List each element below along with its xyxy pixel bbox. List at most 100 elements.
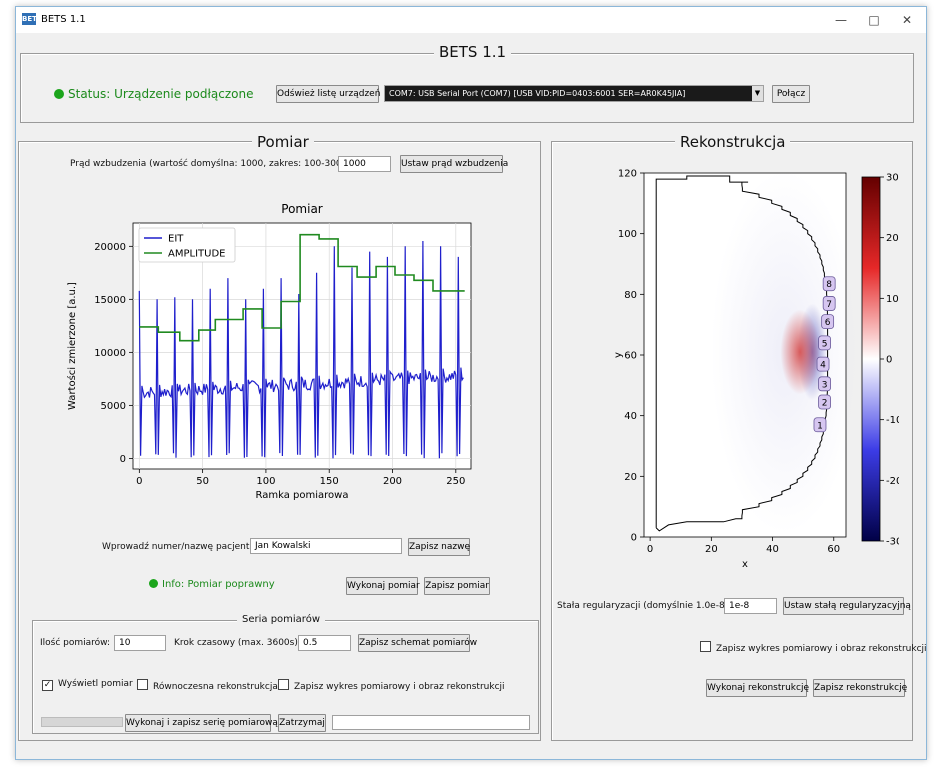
y-tick-label: 20000 [94, 242, 126, 253]
colorbar-tick-label: 0 [886, 355, 892, 366]
current-input[interactable]: 1000 [338, 156, 391, 172]
app-icon: BETS [22, 13, 42, 25]
recon-save-plot-label: Zapisz wykres pomiarowy i obraz rekonstr… [716, 644, 927, 654]
regularization-label: Stała regularyzacji (domyślnie 1.0e-8): [557, 601, 732, 611]
colorbar-tick-label: -30 [886, 537, 899, 548]
colorbar-tick-label: 30 [886, 173, 899, 184]
electrode-marker: 8 [822, 276, 836, 292]
x-axis-label: x [742, 559, 748, 570]
status-text: Status: Urządzenie podłączone [68, 87, 254, 101]
series-progress-bar [41, 717, 123, 727]
y-axis-label: Wartości zmierzone [a.u.] [66, 282, 78, 410]
info-indicator: Info: Pomiar poprawny [149, 579, 275, 590]
series-heading: Seria pomiarów [237, 614, 325, 625]
reconstruction-chart: 0 20 40 60020406080100120xy123456783020100-… [613, 169, 899, 571]
colorbar-tick-label: 20 [886, 233, 899, 244]
simultaneous-reconstruction-label: Równoczesna rekonstrukcja [153, 682, 278, 692]
x-tick-label: 40 [766, 544, 779, 555]
window-title: BETS 1.1 [41, 14, 86, 25]
connect-button[interactable]: Połącz [772, 85, 810, 103]
y-axis-label: y [613, 352, 624, 358]
measurement-heading: Pomiar [252, 133, 314, 151]
y-tick-label: 0 [631, 533, 637, 544]
set-current-button[interactable]: Ustaw prąd wzbudzenia [400, 155, 508, 173]
colorbar-tick-label: 10 [886, 294, 899, 305]
save-scheme-button[interactable]: Zapisz schemat pomiarów [358, 634, 477, 652]
y-tick-label: 10000 [94, 348, 126, 359]
count-input[interactable]: 10 [114, 635, 166, 651]
electrode-label: 6 [825, 318, 831, 328]
x-tick-label: 100 [256, 476, 275, 487]
series-save-plot-checkbox[interactable]: Zapisz wykres pomiarowy i obraz rekonstr… [278, 679, 505, 692]
x-tick-label: 0 [136, 476, 142, 487]
y-tick-label: 60 [624, 351, 637, 362]
run-reconstruction-button[interactable]: Wykonaj rekonstrukcję [706, 679, 809, 697]
electrode-label: 5 [822, 339, 828, 349]
legend-label: AMPLITUDE [168, 249, 225, 260]
set-regularization-button[interactable]: Ustaw stałą regularyzacyjną [783, 597, 911, 615]
recon-save-plot-checkbox[interactable]: Zapisz wykres pomiarowy i obraz rekonstr… [700, 641, 927, 654]
save-measurement-button[interactable]: Zapisz pomiar [424, 577, 490, 595]
electrode-label: 2 [822, 399, 828, 409]
simultaneous-reconstruction-checkbox[interactable]: Równoczesna rekonstrukcja [137, 679, 278, 692]
minimize-button[interactable]: — [826, 10, 856, 30]
save-name-button[interactable]: Zapisz nazwę [408, 538, 470, 556]
electrode-label: 7 [826, 300, 832, 310]
port-select-value: COM7: USB Serial Port (COM7) [USB VID:PI… [389, 89, 686, 98]
electrode-marker: 7 [822, 296, 836, 311]
electrode-label: 1 [817, 421, 823, 431]
chart-legend: EIT AMPLITUDE [138, 227, 236, 263]
regularization-input[interactable]: 1e-8 [724, 598, 777, 614]
x-tick-label: 250 [446, 476, 465, 487]
legend-label: EIT [168, 234, 184, 245]
colorbar-tick-label: -20 [886, 476, 899, 487]
colorbar-tick-label: -10 [886, 415, 899, 426]
info-text: Info: Pomiar poprawny [162, 579, 275, 590]
x-tick-label: 50 [196, 476, 209, 487]
status-indicator: Status: Urządzenie podłączone [54, 87, 253, 101]
reconstruction-heading: Rekonstrukcja [675, 133, 791, 151]
stop-button[interactable]: Zatrzymaj [278, 714, 326, 732]
show-measurement-checkbox[interactable]: ✓ Wyświetl pomiar [42, 679, 133, 691]
x-tick-label: 0 [647, 544, 653, 555]
patient-input[interactable]: Jan Kowalski [250, 538, 402, 554]
series-save-plot-label: Zapisz wykres pomiarowy i obraz rekonstr… [294, 682, 505, 692]
checkbox-empty-icon[interactable] [278, 679, 289, 690]
port-select[interactable]: COM7: USB Serial Port (COM7) [USB VID:PI… [384, 85, 764, 102]
electrode-marker: 5 [818, 335, 831, 351]
x-tick-label: 150 [320, 476, 339, 487]
refresh-devices-button[interactable]: Odśwież listę urządzeń [276, 85, 380, 103]
series-status-field [332, 715, 530, 730]
checkbox-empty-icon[interactable] [700, 641, 711, 652]
y-tick-label: 100 [618, 229, 637, 240]
electrode-label: 3 [822, 380, 828, 390]
info-dot-icon [149, 579, 158, 588]
y-tick-label: 120 [618, 169, 637, 180]
x-tick-label: 20 [705, 544, 718, 555]
y-tick-label: 40 [624, 411, 637, 422]
current-label: Prąd wzbudzenia (wartość domyślna: 1000,… [70, 159, 354, 169]
y-tick-label: 5000 [101, 401, 126, 412]
chevron-down-icon[interactable]: ▼ [752, 86, 763, 101]
electrode-marker: 2 [818, 394, 831, 410]
y-tick-label: 80 [624, 290, 637, 301]
maximize-button[interactable]: □ [859, 10, 889, 30]
checkbox-empty-icon[interactable] [137, 679, 148, 690]
title-bar: BETS BETS 1.1 — □ ✕ [16, 7, 926, 33]
close-button[interactable]: ✕ [892, 10, 922, 30]
electrode-label: 4 [820, 361, 826, 371]
x-axis-label: Ramka pomiarowa [256, 490, 349, 501]
check-icon[interactable]: ✓ [42, 680, 53, 691]
measurement-chart: 0 50 100 150 200 250 0 5000 10000 15000 20000 Pomia… [66, 202, 472, 501]
y-tick-label: 20 [624, 472, 637, 483]
reconstruction-blob [780, 309, 820, 395]
electrode-marker: 6 [821, 314, 835, 330]
save-reconstruction-button[interactable]: Zapisz rekonstrukcję [813, 679, 907, 697]
run-series-button[interactable]: Wykonaj i zapisz serię pomiarową [125, 714, 278, 732]
step-input[interactable]: 0.5 [298, 635, 351, 651]
step-label: Krok czasowy (max. 3600s): [174, 638, 301, 648]
app-window: BETS BETS 1.1 — □ ✕ BETS 1.1 Status: Urz… [15, 6, 927, 760]
chart-title: Pomiar [281, 202, 323, 216]
count-label: Ilość pomiarów: [40, 638, 111, 648]
run-measurement-button[interactable]: Wykonaj pomiar [346, 577, 420, 595]
